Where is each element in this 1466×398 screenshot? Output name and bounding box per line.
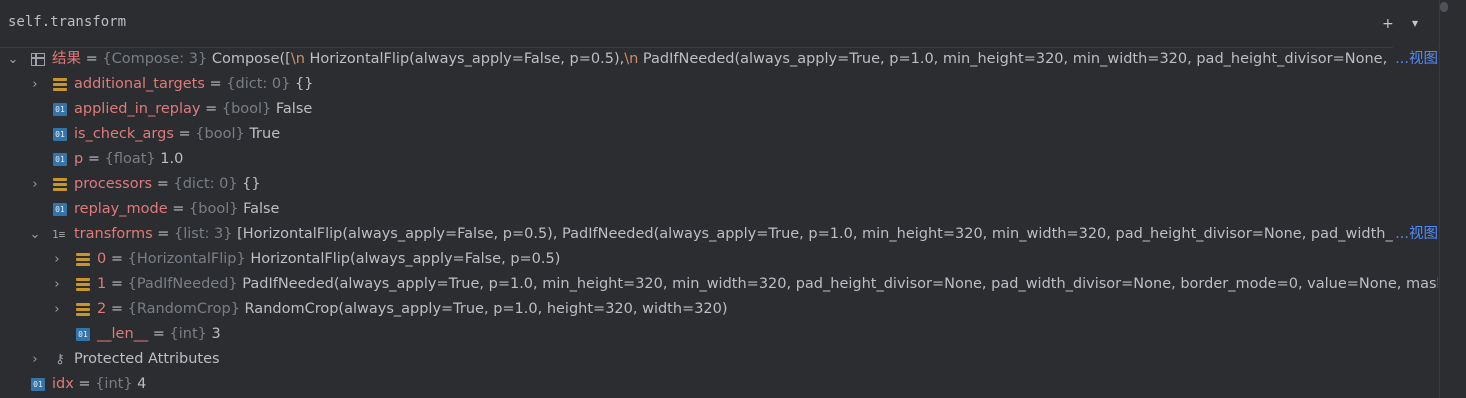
variable-value: Compose([ bbox=[211, 51, 291, 67]
expand-arrow-icon[interactable]: › bbox=[28, 347, 42, 372]
tree-row-applied-in-replay[interactable]: 01 applied_in_replay = {bool} False bbox=[0, 97, 1438, 122]
group-label: Protected Attributes bbox=[74, 351, 220, 367]
view-link[interactable]: ...视图 bbox=[1393, 47, 1438, 72]
variable-value: False bbox=[275, 101, 313, 117]
variable-value: RandomCrop(always_apply=True, p=1.0, hei… bbox=[244, 301, 728, 317]
expand-arrow-icon[interactable]: › bbox=[28, 172, 42, 197]
tree-row-transform-0[interactable]: › 0 = {HorizontalFlip} HorizontalFlip(al… bbox=[0, 247, 1438, 272]
variable-type: {bool} bbox=[221, 101, 272, 117]
expression-field[interactable]: self.transform bbox=[8, 14, 126, 30]
field-icon bbox=[53, 78, 67, 91]
scrollbar-thumb[interactable] bbox=[1440, 2, 1448, 12]
variable-value: 4 bbox=[137, 376, 147, 392]
primitive-icon: 01 bbox=[53, 103, 67, 116]
variable-name: 0 bbox=[97, 251, 107, 267]
collapse-arrow-icon[interactable]: ⌄ bbox=[6, 47, 20, 72]
tree-row-additional-targets[interactable]: › additional_targets = {dict: 0} {} bbox=[0, 72, 1438, 97]
variable-type: {list: 3} bbox=[174, 226, 233, 242]
variable-type: {float} bbox=[104, 151, 156, 167]
evaluate-header: self.transform + ▾ bbox=[0, 0, 1440, 48]
variable-name: processors bbox=[74, 176, 153, 192]
variable-value: 3 bbox=[211, 326, 221, 342]
variable-name: __len__ bbox=[97, 326, 149, 342]
tree-row-p[interactable]: 01 p = {float} 1.0 bbox=[0, 147, 1438, 172]
tree-row-idx[interactable]: 01 idx = {int} 4 bbox=[0, 372, 1438, 397]
variable-type: {int} bbox=[169, 326, 207, 342]
tree-row-is-check-args[interactable]: 01 is_check_args = {bool} True bbox=[0, 122, 1438, 147]
field-icon bbox=[53, 178, 67, 191]
variable-name: transforms bbox=[74, 226, 153, 242]
variable-name: 1 bbox=[97, 276, 107, 292]
variable-value: HorizontalFlip(always_apply=False, p=0.5… bbox=[250, 251, 561, 267]
field-icon bbox=[76, 253, 90, 266]
variable-type: {dict: 0} bbox=[173, 176, 238, 192]
variable-value: [HorizontalFlip(always_apply=False, p=0.… bbox=[237, 226, 1427, 242]
variable-value: {} bbox=[242, 176, 261, 192]
primitive-icon: 01 bbox=[53, 203, 67, 216]
variable-name: is_check_args bbox=[74, 126, 174, 142]
primitive-icon: 01 bbox=[76, 328, 90, 341]
field-icon bbox=[76, 303, 90, 316]
chevron-down-icon[interactable]: ▾ bbox=[1412, 16, 1418, 30]
tree-row-protected-attributes[interactable]: › ⚷ Protected Attributes bbox=[0, 347, 1438, 372]
tree-row-transform-2[interactable]: › 2 = {RandomCrop} RandomCrop(always_app… bbox=[0, 297, 1438, 322]
tree-row-len[interactable]: 01 __len__ = {int} 3 bbox=[0, 322, 1438, 347]
primitive-icon: 01 bbox=[53, 153, 67, 166]
variable-name: 2 bbox=[97, 301, 107, 317]
expand-arrow-icon[interactable]: › bbox=[28, 72, 42, 97]
variable-value: 1.0 bbox=[160, 151, 184, 167]
vertical-scrollbar[interactable] bbox=[1439, 0, 1466, 398]
object-icon bbox=[31, 53, 45, 66]
variable-value: PadIfNeeded(always_apply=True, p=1.0, mi… bbox=[242, 276, 1438, 292]
tree-row-transform-1[interactable]: › 1 = {PadIfNeeded} PadIfNeeded(always_a… bbox=[0, 272, 1438, 297]
variable-name: additional_targets bbox=[74, 76, 205, 92]
list-icon: 1≡ bbox=[52, 228, 66, 241]
variable-name: idx bbox=[52, 376, 74, 392]
variable-value: {} bbox=[294, 76, 314, 92]
key-icon: ⚷ bbox=[55, 352, 65, 367]
variable-name: 结果 bbox=[52, 51, 81, 67]
variable-name: p bbox=[74, 151, 84, 167]
tree-row-replay-mode[interactable]: 01 replay_mode = {bool} False bbox=[0, 197, 1438, 222]
tree-row-transforms[interactable]: ⌄ 1≡ transforms = {list: 3} [HorizontalF… bbox=[0, 222, 1438, 247]
variable-type: {Compose: 3} bbox=[102, 51, 208, 67]
expand-arrow-icon[interactable]: › bbox=[50, 272, 64, 297]
variable-type: {int} bbox=[95, 376, 133, 392]
variable-name: replay_mode bbox=[74, 201, 168, 217]
variable-type: {PadIfNeeded} bbox=[127, 276, 238, 292]
expand-arrow-icon[interactable]: › bbox=[50, 297, 64, 322]
primitive-icon: 01 bbox=[31, 378, 45, 391]
collapse-arrow-icon[interactable]: ⌄ bbox=[28, 222, 42, 247]
variable-type: {HorizontalFlip} bbox=[127, 251, 246, 267]
variable-type: {bool} bbox=[189, 201, 239, 217]
variable-type: {bool} bbox=[195, 126, 245, 142]
plus-icon[interactable]: + bbox=[1382, 16, 1394, 32]
variable-value: False bbox=[243, 201, 280, 217]
tree-row-processors[interactable]: › processors = {dict: 0} {} bbox=[0, 172, 1438, 197]
variables-tree: ⌄ 结果 = {Compose: 3} Compose([\n Horizont… bbox=[0, 47, 1438, 398]
variable-type: {dict: 0} bbox=[226, 76, 291, 92]
variable-type: {RandomCrop} bbox=[127, 301, 240, 317]
variable-name: applied_in_replay bbox=[74, 101, 201, 117]
variable-value: True bbox=[249, 126, 281, 142]
field-icon bbox=[76, 278, 90, 291]
primitive-icon: 01 bbox=[53, 128, 67, 141]
expand-arrow-icon[interactable]: › bbox=[50, 247, 64, 272]
view-link[interactable]: ...视图 bbox=[1393, 222, 1438, 247]
tree-row-result[interactable]: ⌄ 结果 = {Compose: 3} Compose([\n Horizont… bbox=[0, 47, 1438, 72]
